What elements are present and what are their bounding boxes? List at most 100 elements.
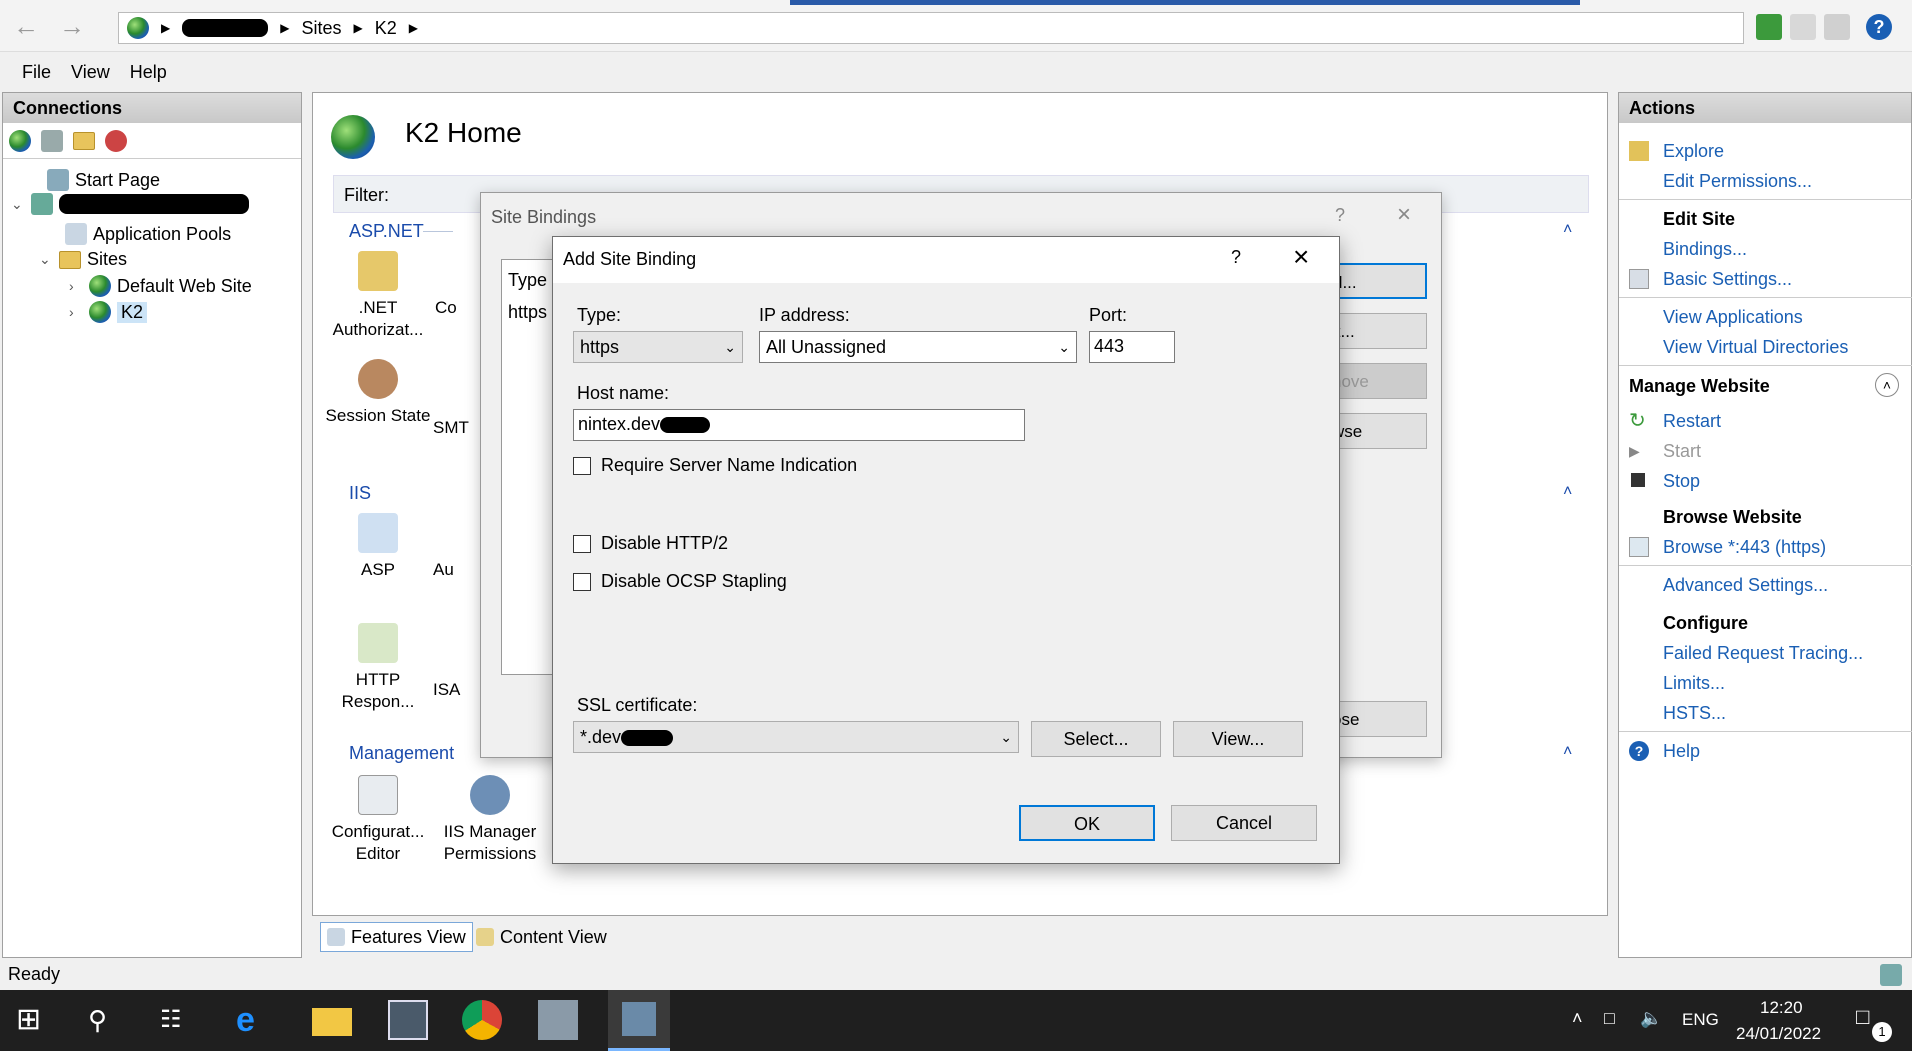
notifications-icon[interactable]: □ bbox=[1856, 1004, 1869, 1030]
tree-start-page[interactable]: Start Page bbox=[47, 169, 160, 191]
action-browse-443[interactable]: Browse *:443 (https) bbox=[1663, 537, 1826, 558]
action-start[interactable]: Start bbox=[1663, 441, 1701, 462]
iis-manager-taskbar-button[interactable] bbox=[608, 990, 670, 1051]
menu-file[interactable]: File bbox=[12, 56, 61, 90]
sni-checkbox[interactable]: Require Server Name Indication bbox=[573, 455, 857, 476]
cancel-button[interactable]: Cancel bbox=[1171, 805, 1317, 841]
action-stop[interactable]: Stop bbox=[1663, 471, 1700, 492]
feature-partial[interactable]: ISA bbox=[433, 679, 473, 701]
ip-select[interactable]: All Unassigned ⌄ bbox=[759, 331, 1077, 363]
feature-config-editor[interactable]: Configurat... Editor bbox=[323, 775, 433, 865]
close-icon[interactable]: × bbox=[1397, 201, 1411, 229]
select-button[interactable]: Select... bbox=[1031, 721, 1161, 757]
windows-start-icon[interactable]: ⊞ bbox=[16, 1000, 56, 1040]
status-bar: Ready bbox=[0, 960, 1912, 990]
taskbar: ⊞ ⚲ ☷ e ˄ □ 🔈 ENG 12:20 24/01/2022 □ 1 bbox=[0, 990, 1912, 1051]
chevron-down-icon[interactable]: ⌄ bbox=[11, 196, 25, 213]
volume-icon[interactable]: 🔈 bbox=[1640, 1008, 1662, 1029]
feature-net-auth[interactable]: .NET Authorizat... bbox=[323, 251, 433, 341]
language-indicator[interactable]: ENG bbox=[1682, 1010, 1719, 1030]
stop-icon[interactable] bbox=[1790, 14, 1816, 40]
forward-button[interactable]: → bbox=[52, 10, 92, 44]
refresh-icon[interactable] bbox=[1756, 14, 1782, 40]
breadcrumb-sites[interactable]: Sites bbox=[301, 18, 341, 39]
network-icon[interactable]: □ bbox=[1604, 1008, 1615, 1029]
tab-features-view[interactable]: Features View bbox=[320, 922, 473, 952]
file-explorer-icon[interactable] bbox=[312, 1008, 352, 1036]
address-bar[interactable]: ▶ ▶ Sites ▶ K2 ▶ bbox=[118, 12, 1744, 44]
close-button[interactable]: ose bbox=[1331, 701, 1427, 737]
tree-default-site[interactable]: › Default Web Site bbox=[69, 275, 252, 297]
collapse-icon[interactable]: ˄ bbox=[1563, 221, 1572, 239]
feature-iis-manager-permissions[interactable]: IIS Manager Permissions bbox=[435, 775, 545, 865]
breadcrumb-k2[interactable]: K2 bbox=[375, 18, 397, 39]
ssl-select[interactable]: *.dev ⌄ bbox=[573, 721, 1019, 753]
add-button[interactable]: d... bbox=[1331, 263, 1427, 299]
port-input[interactable]: 443 bbox=[1089, 331, 1175, 363]
internet-explorer-icon[interactable]: e bbox=[236, 1000, 276, 1040]
chevron-right-icon[interactable]: › bbox=[69, 278, 83, 294]
start-page-icon bbox=[47, 169, 69, 191]
help-icon[interactable]: ? bbox=[1866, 14, 1892, 40]
action-restart[interactable]: Restart bbox=[1663, 411, 1721, 432]
feature-session-state[interactable]: Session State bbox=[323, 359, 433, 427]
binding-row-type[interactable]: https bbox=[508, 302, 547, 323]
connect-icon[interactable] bbox=[9, 129, 31, 152]
feature-partial[interactable]: Au bbox=[433, 559, 473, 581]
tray-chevron-icon[interactable]: ˄ bbox=[1572, 1008, 1583, 1029]
chevron-right-icon[interactable]: › bbox=[69, 304, 83, 320]
remove-button[interactable]: nove bbox=[1331, 363, 1427, 399]
tree-sites[interactable]: ⌄ Sites bbox=[39, 249, 127, 270]
search-icon[interactable]: ⚲ bbox=[88, 1000, 128, 1040]
app-icon[interactable] bbox=[538, 1000, 578, 1040]
ocsp-checkbox[interactable]: Disable OCSP Stapling bbox=[573, 571, 787, 592]
feature-asp[interactable]: ASP bbox=[323, 513, 433, 581]
close-icon[interactable]: × bbox=[1293, 241, 1309, 273]
save-icon[interactable] bbox=[41, 129, 63, 152]
menu-view[interactable]: View bbox=[61, 56, 120, 90]
tree-k2[interactable]: › K2 bbox=[69, 301, 148, 323]
action-limits[interactable]: Limits... bbox=[1663, 673, 1725, 694]
edit-button[interactable]: it... bbox=[1331, 313, 1427, 349]
help-button[interactable]: ? bbox=[1335, 205, 1345, 226]
tree-app-pools[interactable]: Application Pools bbox=[65, 223, 231, 245]
tree-server[interactable]: ⌄ bbox=[11, 193, 249, 215]
collapse-icon[interactable]: ˄ bbox=[1875, 373, 1899, 397]
tab-content-view[interactable]: Content View bbox=[470, 922, 613, 952]
menu-help[interactable]: Help bbox=[120, 56, 177, 90]
action-help[interactable]: Help bbox=[1663, 741, 1700, 762]
collapse-icon[interactable]: ˄ bbox=[1563, 743, 1572, 761]
action-advanced-settings[interactable]: Advanced Settings... bbox=[1663, 575, 1828, 596]
up-folder-icon[interactable] bbox=[73, 131, 95, 150]
action-view-virtual-directories[interactable]: View Virtual Directories bbox=[1663, 337, 1848, 358]
clock-time[interactable]: 12:20 bbox=[1760, 998, 1803, 1018]
collapse-icon[interactable]: ˄ bbox=[1563, 483, 1572, 501]
feature-http-response[interactable]: HTTP Respon... bbox=[323, 623, 433, 713]
chrome-icon[interactable] bbox=[462, 1000, 502, 1040]
action-view-applications[interactable]: View Applications bbox=[1663, 307, 1803, 328]
action-bindings[interactable]: Bindings... bbox=[1663, 239, 1747, 260]
action-explore[interactable]: Explore bbox=[1663, 141, 1724, 162]
http2-checkbox[interactable]: Disable HTTP/2 bbox=[573, 533, 728, 554]
action-edit-permissions[interactable]: Edit Permissions... bbox=[1663, 171, 1812, 192]
type-select[interactable]: https ⌄ bbox=[573, 331, 743, 363]
action-failed-request-tracing[interactable]: Failed Request Tracing... bbox=[1663, 643, 1863, 664]
feature-partial[interactable]: Co bbox=[435, 297, 457, 319]
feature-partial[interactable]: SMT bbox=[433, 417, 473, 439]
clock-date[interactable]: 24/01/2022 bbox=[1736, 1024, 1821, 1044]
back-button[interactable]: ← bbox=[6, 10, 46, 44]
browse-button[interactable]: wse bbox=[1331, 413, 1427, 449]
action-basic-settings[interactable]: Basic Settings... bbox=[1663, 269, 1792, 290]
host-input[interactable]: nintex.dev bbox=[573, 409, 1025, 441]
view-button[interactable]: View... bbox=[1173, 721, 1303, 757]
server-manager-icon[interactable] bbox=[388, 1000, 428, 1040]
sni-label: Require Server Name Indication bbox=[601, 455, 858, 475]
home-icon[interactable] bbox=[1824, 14, 1850, 40]
help-button[interactable]: ? bbox=[1231, 247, 1241, 268]
task-view-icon[interactable]: ☷ bbox=[160, 1000, 200, 1040]
disconnect-icon[interactable] bbox=[105, 129, 127, 152]
chevron-down-icon[interactable]: ⌄ bbox=[39, 251, 53, 268]
action-hsts[interactable]: HSTS... bbox=[1663, 703, 1726, 724]
host-label: Host name: bbox=[577, 383, 670, 403]
ok-button[interactable]: OK bbox=[1019, 805, 1155, 841]
